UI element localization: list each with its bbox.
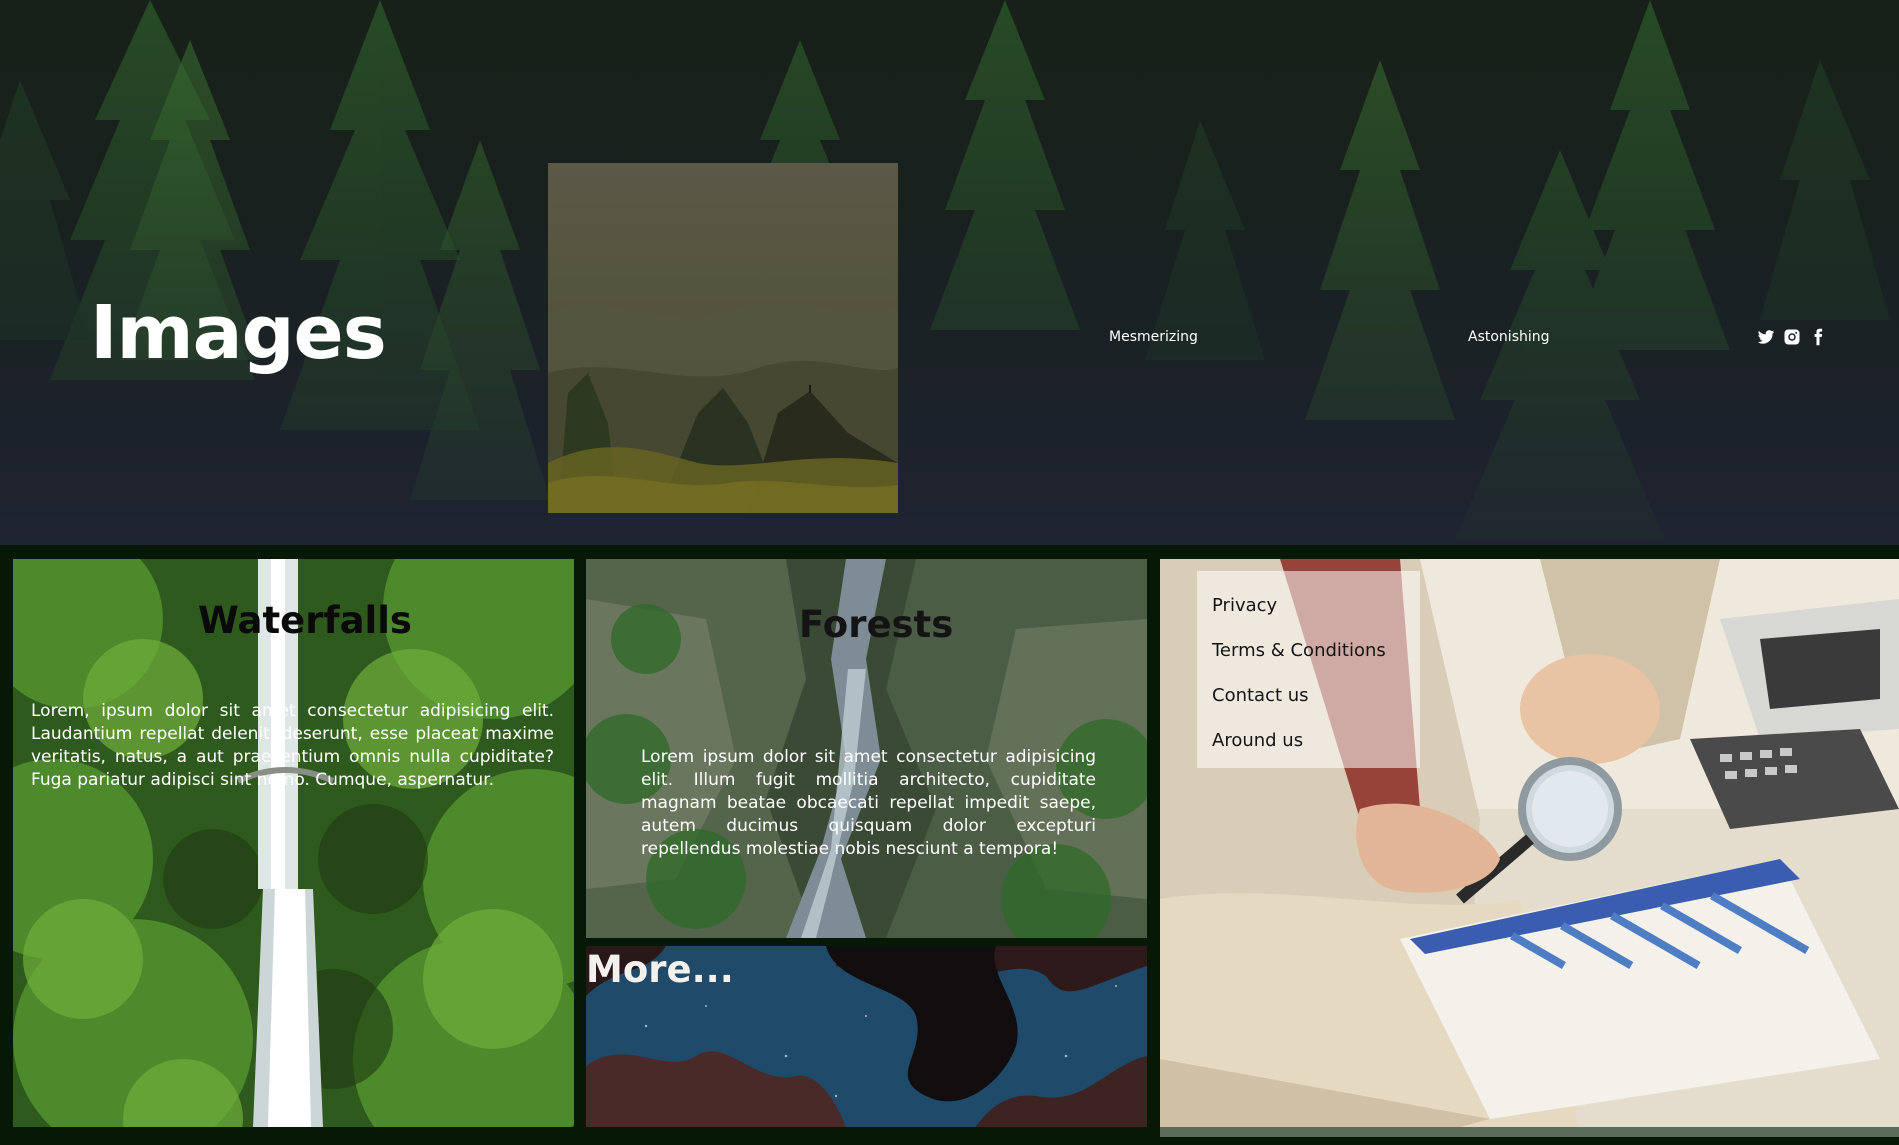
hero-banner: Images Mesmerizing Astonishing xyxy=(0,0,1899,545)
more-card[interactable]: More... xyxy=(586,946,1147,1127)
mountain-photo xyxy=(548,163,898,513)
waterfalls-card[interactable]: Waterfalls Lorem, ipsum dolor sit amet c… xyxy=(13,559,574,1127)
terms-conditions-link[interactable]: Terms & Conditions xyxy=(1212,640,1386,661)
page-title: Images xyxy=(90,290,387,376)
instagram-icon[interactable] xyxy=(1783,328,1801,346)
more-title[interactable]: More... xyxy=(586,948,734,991)
nav-link-mesmerizing[interactable]: Mesmerizing xyxy=(1109,329,1198,345)
privacy-link[interactable]: Privacy xyxy=(1212,595,1277,616)
waterfall-image xyxy=(13,559,574,1127)
forests-title: Forests xyxy=(799,603,954,646)
links-card: Privacy Terms & Conditions Contact us Ar… xyxy=(1160,559,1899,1127)
forests-card[interactable]: Forests Lorem ipsum dolor sit amet conse… xyxy=(586,559,1147,938)
facebook-icon[interactable] xyxy=(1809,328,1827,346)
footer-links-panel: Privacy Terms & Conditions Contact us Ar… xyxy=(1197,571,1420,768)
waterfalls-title: Waterfalls xyxy=(198,599,412,642)
contact-us-link[interactable]: Contact us xyxy=(1212,685,1309,706)
nav-link-astonishing[interactable]: Astonishing xyxy=(1468,329,1550,345)
around-us-link[interactable]: Around us xyxy=(1212,730,1303,751)
forest-background-image xyxy=(0,0,1899,545)
forests-text: Lorem ipsum dolor sit amet consectetur a… xyxy=(641,747,1096,859)
waterfalls-text: Lorem, ipsum dolor sit amet consectetur … xyxy=(31,701,554,790)
footer-divider xyxy=(1160,1127,1899,1137)
twitter-icon[interactable] xyxy=(1757,328,1775,346)
social-links xyxy=(1757,328,1827,346)
